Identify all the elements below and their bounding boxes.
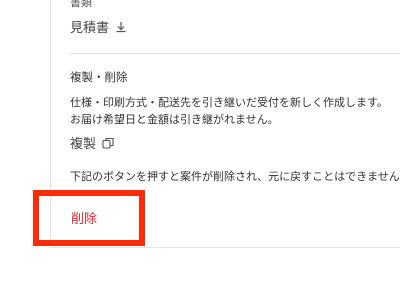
- section-divider: [70, 53, 400, 54]
- duplicate-label: 複製: [70, 137, 97, 152]
- delete-warning-text: 下記のボタンを押すと案件が削除され、元に戻すことはできません。: [70, 170, 400, 183]
- estimate-label: 見積書: [70, 21, 110, 36]
- delete-button[interactable]: 削除: [71, 208, 97, 227]
- estimate-download-link[interactable]: 見積書: [70, 17, 127, 36]
- duplicate-delete-title: 複製・削除: [70, 70, 128, 84]
- documents-heading: 書類: [70, 0, 92, 9]
- download-icon: [115, 21, 127, 33]
- duplicate-description-line1: 仕様・印刷方式・配送先を引き継いだ受付を新しく作成します。: [70, 96, 388, 109]
- copy-icon: [102, 137, 114, 149]
- duplicate-button[interactable]: 複製: [70, 133, 114, 152]
- duplicate-description-line2: お届け希望日と金額は引き継がれません。: [70, 113, 279, 126]
